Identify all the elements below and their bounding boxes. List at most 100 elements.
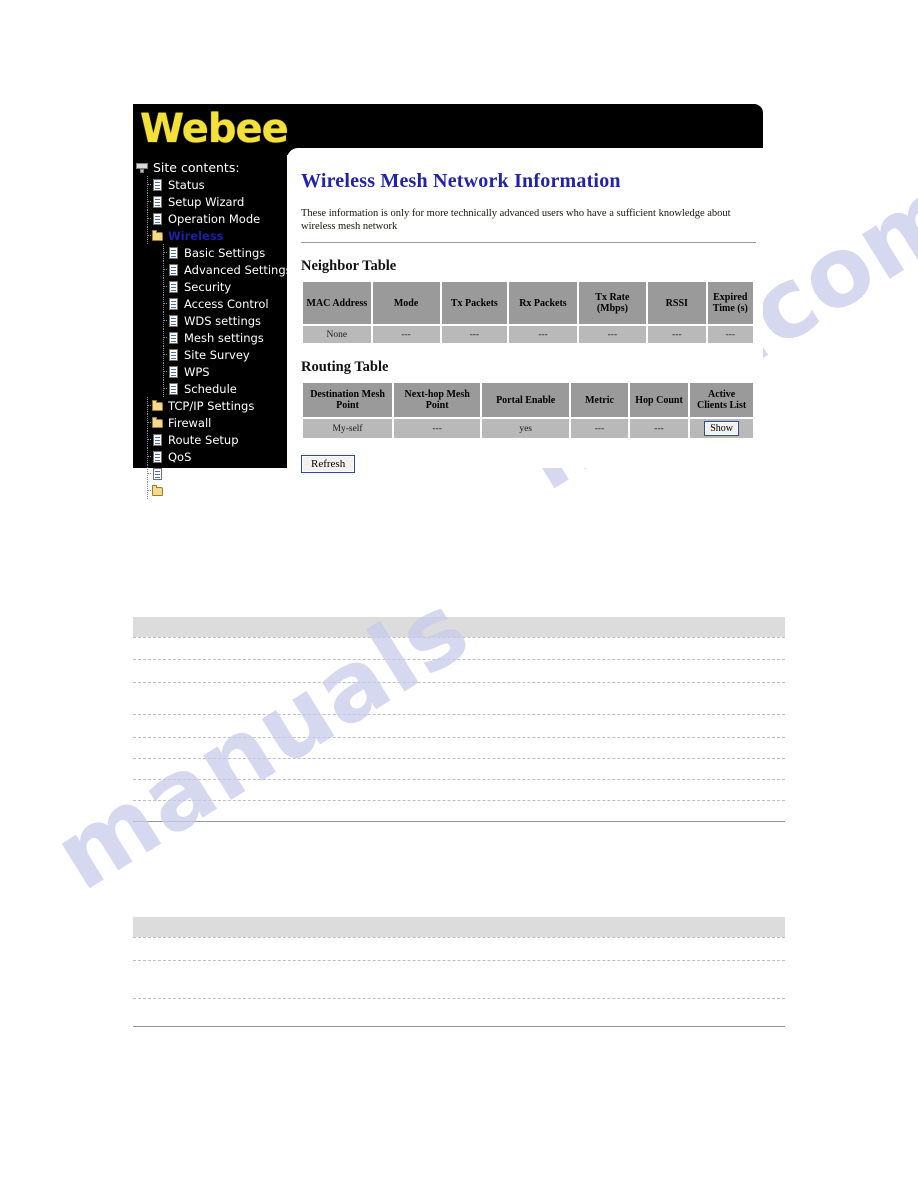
table-header-row: MAC Address Mode Tx Packets Rx Packets T…	[303, 282, 753, 324]
show-button[interactable]: Show	[704, 421, 739, 436]
sidebar-item-status[interactable]: Status	[133, 176, 287, 193]
table-band	[133, 617, 785, 637]
sidebar-item-wds-settings[interactable]: WDS settings	[133, 312, 287, 329]
sidebar-item-label: USB Storage	[168, 466, 241, 481]
document-icon	[151, 178, 164, 192]
document-icon	[167, 280, 180, 294]
document-icon	[151, 467, 164, 481]
cell-destination-mesh-point: My-self	[303, 419, 393, 438]
sidebar-item-label: Site Survey	[184, 347, 250, 362]
cell-hop-count: ---	[629, 419, 689, 438]
column-header-tx-packets: Tx Packets	[441, 282, 508, 324]
column-header-rssi: RSSI	[648, 282, 706, 324]
rule-line-solid	[133, 1026, 785, 1027]
rule-line	[133, 937, 785, 938]
sidebar-item-wps[interactable]: WPS	[133, 363, 287, 380]
cell-rssi: ---	[648, 326, 706, 343]
rule-line	[133, 714, 785, 715]
document-icon	[167, 314, 180, 328]
refresh-button[interactable]: Refresh	[301, 455, 356, 473]
column-header-portal-enable: Portal Enable	[482, 383, 570, 417]
rule-line	[133, 960, 785, 961]
sidebar-item-mesh-settings[interactable]: Mesh settings	[133, 329, 287, 346]
sidebar-item-label: Basic Settings	[184, 245, 266, 260]
column-header-tx-rate: Tx Rate (Mbps)	[578, 282, 647, 324]
sidebar-item-label: TCP/IP Settings	[168, 398, 255, 413]
sidebar-item-operation-mode[interactable]: Operation Mode	[133, 210, 287, 227]
main-content-panel: Wireless Mesh Network Information These …	[287, 148, 763, 473]
column-header-expired-time: Expired Time (s)	[707, 282, 753, 324]
document-icon	[151, 450, 164, 464]
column-header-mode: Mode	[372, 282, 440, 324]
rule-line	[133, 758, 785, 759]
page-description: These information is only for more techn…	[301, 208, 731, 232]
table-row: None --- --- --- --- --- ---	[303, 326, 753, 343]
cell-tx-packets: ---	[441, 326, 508, 343]
rule-line	[133, 682, 785, 683]
column-header-next-hop-mesh-point: Next-hop Mesh Point	[394, 383, 481, 417]
cell-mode: ---	[372, 326, 440, 343]
sidebar-item-label: Management	[168, 483, 244, 498]
column-header-rx-packets: Rx Packets	[509, 282, 577, 324]
sidebar-root-label: Site contents:	[153, 160, 240, 175]
column-header-hop-count: Hop Count	[629, 383, 689, 417]
sidebar-item-basic-settings[interactable]: Basic Settings	[133, 244, 287, 261]
sidebar-item-label: Firewall	[168, 415, 212, 430]
sidebar-item-usb-storage[interactable]: USB Storage	[133, 465, 287, 482]
sidebar-item-label: QoS	[168, 449, 192, 464]
cell-active-clients-list: Show	[690, 419, 753, 438]
sidebar-item-firewall[interactable]: Firewall	[133, 414, 287, 431]
table-row: My-self --- yes --- --- Show	[303, 419, 753, 438]
rule-line	[133, 659, 785, 660]
cell-tx-rate: ---	[578, 326, 647, 343]
sidebar-item-tcp-ip-settings[interactable]: TCP/IP Settings	[133, 397, 287, 414]
neighbor-table-title: Neighbor Table	[301, 258, 397, 274]
cell-next-hop-mesh-point: ---	[394, 419, 481, 438]
sidebar-item-schedule[interactable]: Schedule	[133, 380, 287, 397]
column-header-mac-address: MAC Address	[303, 282, 371, 324]
routing-table-title: Routing Table	[301, 359, 389, 375]
sidebar-item-route-setup[interactable]: Route Setup	[133, 431, 287, 448]
document-icon	[167, 297, 180, 311]
document-icon	[167, 263, 180, 277]
router-admin-screenshot: Webee Site contents: Status Setup Wizard O…	[133, 104, 763, 499]
rule-line-solid	[133, 821, 785, 822]
sidebar-item-label: Mesh settings	[184, 330, 264, 345]
site-contents-icon	[136, 161, 149, 175]
document-icon	[151, 195, 164, 209]
page-title: Wireless Mesh Network Information	[301, 170, 621, 192]
content-divider	[301, 242, 756, 243]
routing-table: Destination Mesh Point Next-hop Mesh Poi…	[301, 381, 755, 440]
sidebar-item-wireless[interactable]: Wireless	[133, 227, 287, 244]
cell-portal-enable: yes	[482, 419, 570, 438]
document-icon	[151, 433, 164, 447]
sidebar-item-label: Security	[184, 279, 232, 294]
sidebar-item-site-survey[interactable]: Site Survey	[133, 346, 287, 363]
sidebar-navigation: Site contents: Status Setup Wizard Operati…	[133, 155, 292, 499]
sidebar-item-security[interactable]: Security	[133, 278, 287, 295]
sidebar-item-qos[interactable]: QoS	[133, 448, 287, 465]
sidebar-item-label: Route Setup	[168, 432, 239, 447]
rule-line	[133, 800, 785, 801]
sidebar-item-access-control[interactable]: Access Control	[133, 295, 287, 312]
sidebar-item-management[interactable]: Management	[133, 482, 287, 499]
neighbor-table: MAC Address Mode Tx Packets Rx Packets T…	[301, 280, 755, 345]
rule-line	[133, 779, 785, 780]
sidebar-item-label: WDS settings	[184, 313, 262, 328]
sidebar-item-label: Schedule	[184, 381, 237, 396]
sidebar-item-advanced-settings[interactable]: Advanced Settings	[133, 261, 292, 278]
cell-mac-address: None	[303, 326, 371, 343]
sidebar-item-label: WPS	[184, 364, 210, 379]
folder-icon	[151, 416, 164, 430]
site-contents-tree: Site contents: Status Setup Wizard Operati…	[133, 155, 292, 499]
cell-expired-time: ---	[707, 326, 753, 343]
document-icon	[167, 331, 180, 345]
sidebar-item-setup-wizard[interactable]: Setup Wizard	[133, 193, 287, 210]
document-icon	[167, 382, 180, 396]
sidebar-item-label: Access Control	[184, 296, 269, 311]
table-header-row: Destination Mesh Point Next-hop Mesh Poi…	[303, 383, 753, 417]
folder-open-icon	[151, 229, 164, 243]
sidebar-item-label: Operation Mode	[168, 211, 261, 226]
sidebar-root-site-contents: Site contents:	[133, 159, 287, 176]
document-icon	[167, 348, 180, 362]
